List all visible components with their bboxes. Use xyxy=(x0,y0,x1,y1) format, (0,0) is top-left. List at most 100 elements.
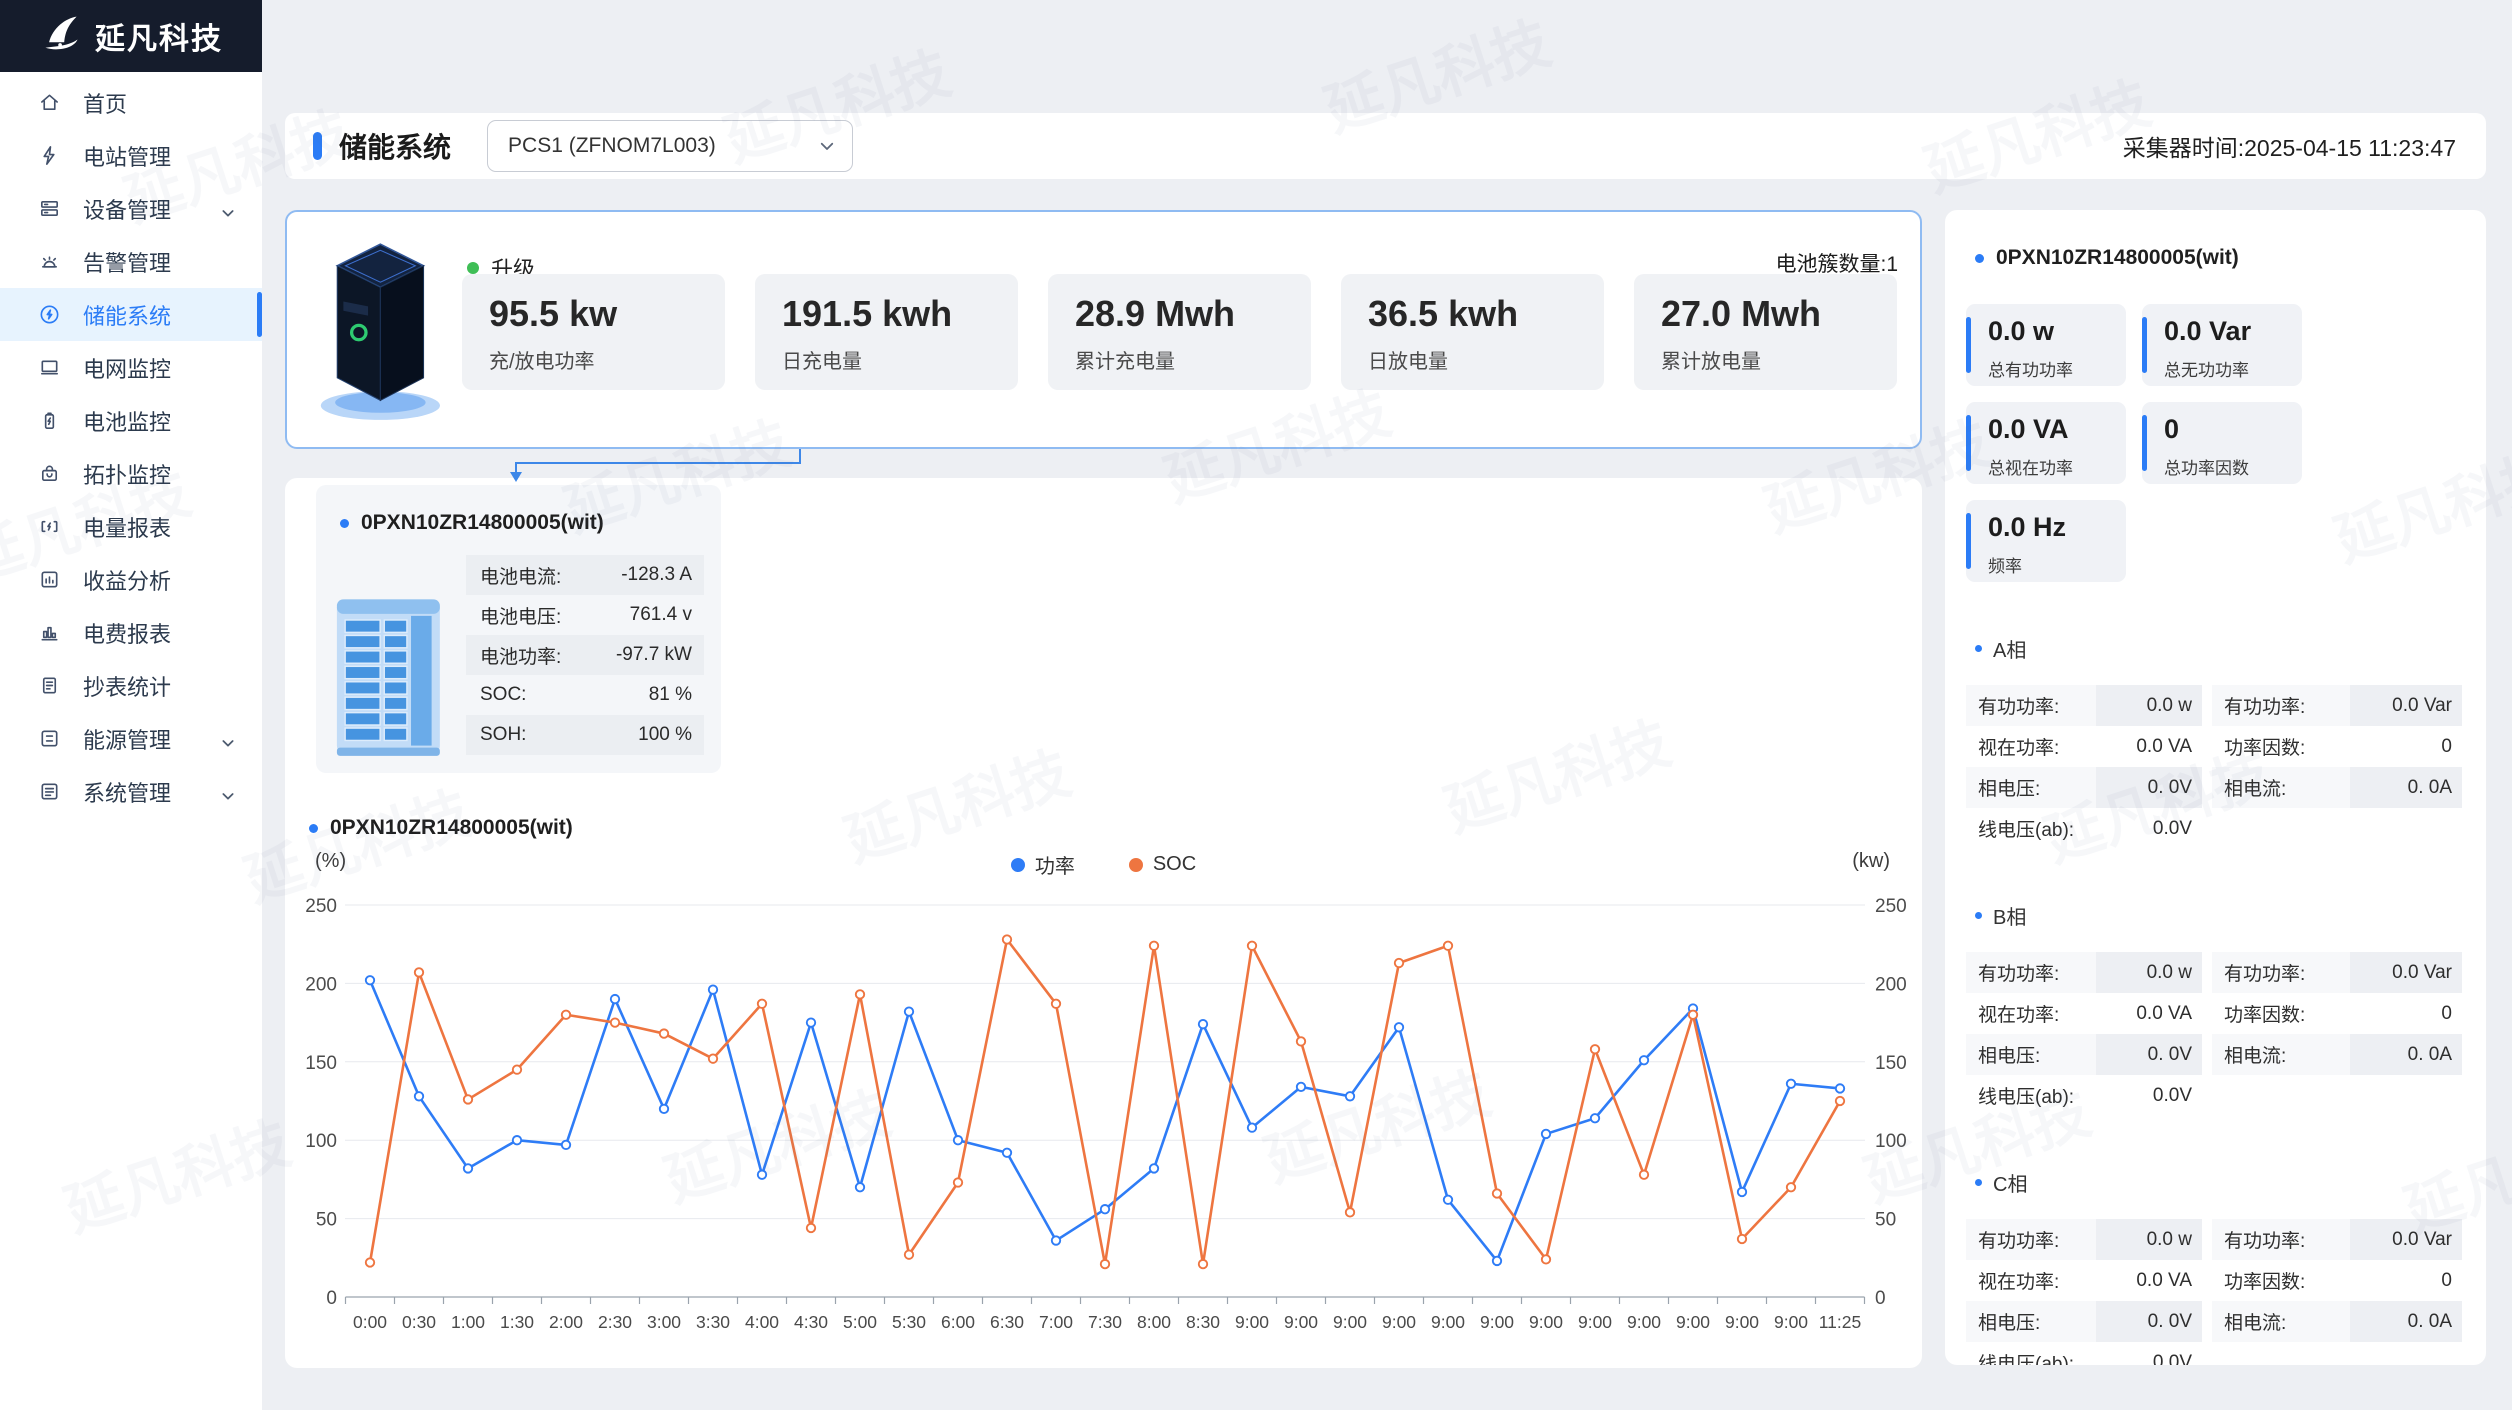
sidebar-item-7[interactable]: 拓扑监控 xyxy=(0,447,262,500)
phase-metric-value: 0.0V xyxy=(2096,1342,2202,1365)
stat-label: 日充电量 xyxy=(782,345,1018,374)
x-axis-label: 4:30 xyxy=(794,1312,828,1332)
sidebar-item-13[interactable]: 系统管理 xyxy=(0,765,262,818)
sidebar-item-0[interactable]: 首页 xyxy=(0,76,262,129)
sidebar-item-3[interactable]: 告警管理 xyxy=(0,235,262,288)
sidebar-item-label: 电站管理 xyxy=(83,140,171,172)
svg-text:50: 50 xyxy=(316,1210,337,1231)
x-axis-label: 0:00 xyxy=(353,1312,387,1332)
pcs-selector-value: PCS1 (ZFNOM7L003) xyxy=(508,134,716,158)
sidebar-item-1[interactable]: 电站管理 xyxy=(0,129,262,182)
meter-label: 总有功功率 xyxy=(1988,356,2126,381)
battery-metric-row: SOC:81 % xyxy=(466,675,704,715)
stat-tile: 28.9 Mwh累计充电量 xyxy=(1048,274,1311,390)
sidebar-item-12[interactable]: 能源管理 xyxy=(0,712,262,765)
sidebar-item-label: 电网监控 xyxy=(83,352,171,384)
phase-row: 有功功率:0.0 Var xyxy=(2212,952,2462,993)
battery-cabinet-illustration xyxy=(312,238,457,428)
revenue-icon xyxy=(38,568,61,591)
svg-text:150: 150 xyxy=(305,1053,337,1074)
sidebar-item-5[interactable]: 电网监控 xyxy=(0,341,262,394)
phase-metric-value: 0. 0A xyxy=(2350,1034,2463,1075)
legend-item-功率[interactable]: 功率 xyxy=(1011,850,1075,879)
battery-cluster-card: 0PXN10ZR14800005(wit) xyxy=(316,485,721,773)
svg-text:0: 0 xyxy=(326,1288,337,1309)
stat-tile: 27.0 Mwh累计放电量 xyxy=(1634,274,1897,390)
phase-metric-value: 0.0 VA xyxy=(2096,726,2202,767)
legend-dot xyxy=(1011,858,1025,872)
phase-row: 相电流:0. 0A xyxy=(2212,1034,2462,1075)
meter-label: 总无功功率 xyxy=(2164,356,2302,381)
sidebar-item-10[interactable]: 电费报表 xyxy=(0,606,262,659)
sidebar-item-label: 拓扑监控 xyxy=(83,458,171,490)
phase-metric-label: 功率因数: xyxy=(2212,726,2350,767)
metric-label: SOH: xyxy=(480,724,526,746)
phase-table: 有功功率:0.0 Var功率因数:0相电流:0. 0A xyxy=(2212,685,2462,849)
sidebar-item-label: 电量报表 xyxy=(83,511,171,543)
svg-text:50: 50 xyxy=(1875,1210,1896,1231)
metric-value: 100 % xyxy=(638,724,692,746)
bullet-icon xyxy=(1975,1179,1982,1186)
battery-metric-row: SOH: 100 % xyxy=(466,715,704,755)
sidebar-item-label: 抄表统计 xyxy=(83,670,171,702)
x-axis-label: 2:00 xyxy=(549,1312,583,1332)
phase-section-B相: B相有功功率:0.0 w视在功率:0.0 VA相电压:0. 0V线电压(ab):… xyxy=(1966,901,2468,1116)
sidebar-item-8[interactable]: 电量报表 xyxy=(0,500,262,553)
energy-report-icon xyxy=(38,515,61,538)
phase-metric-label: 视在功率: xyxy=(1966,993,2096,1034)
x-axis-label: 1:00 xyxy=(451,1312,485,1332)
phase-metric-label: 视在功率: xyxy=(1966,1260,2096,1301)
phase-row: 视在功率:0.0 VA xyxy=(1966,993,2202,1034)
phase-metric-label: 有功功率: xyxy=(2212,685,2350,726)
meter-tile: 0.0 VA总视在功率 xyxy=(1966,402,2126,484)
phase-row: 有功功率:0.0 w xyxy=(1966,952,2202,993)
meter-label: 频率 xyxy=(1988,552,2126,577)
phase-metric-value: 0.0 w xyxy=(2096,1219,2202,1260)
chart-axis-units: (%) 功率SOC (kw) xyxy=(285,850,1922,880)
sidebar-item-4[interactable]: 储能系统 xyxy=(0,288,262,341)
legend-label: SOC xyxy=(1153,853,1196,876)
metric-label: SOC: xyxy=(480,684,526,706)
phase-row: 视在功率:0.0 VA xyxy=(1966,1260,2202,1301)
battery-monitor-icon xyxy=(38,409,61,432)
phase-row: 功率因数:0 xyxy=(2212,726,2462,767)
sidebar-item-9[interactable]: 收益分析 xyxy=(0,553,262,606)
chart-title: 0PXN10ZR14800005(wit) xyxy=(330,816,573,840)
phase-metric-value: 0 xyxy=(2350,993,2463,1034)
meter-tile: 0.0 Var总无功功率 xyxy=(2142,304,2302,386)
phase-metric-label: 相电压: xyxy=(1966,767,2096,808)
page-title: 储能系统 xyxy=(339,126,451,166)
meter-tile: 0总功率因数 xyxy=(2142,402,2302,484)
legend-item-SOC[interactable]: SOC xyxy=(1129,850,1196,879)
home-icon xyxy=(38,91,61,114)
legend-label: 功率 xyxy=(1035,850,1075,879)
stat-value: 36.5 kwh xyxy=(1368,293,1604,335)
sidebar-item-6[interactable]: 电池监控 xyxy=(0,394,262,447)
sidebar-item-11[interactable]: 抄表统计 xyxy=(0,659,262,712)
chevron-down-icon xyxy=(220,731,236,747)
bullet-icon xyxy=(1975,254,1984,263)
battery-cluster-title: 0PXN10ZR14800005(wit) xyxy=(361,511,604,535)
x-axis-label: 8:30 xyxy=(1186,1312,1220,1332)
svg-text:200: 200 xyxy=(305,974,337,995)
right-axis-unit: (kw) xyxy=(1852,850,1890,873)
phase-metric-label: 功率因数: xyxy=(2212,993,2350,1034)
phase-metric-value: 0.0 Var xyxy=(2350,685,2463,726)
battery-rack-illustration xyxy=(330,585,455,765)
series-line-SOC xyxy=(370,939,1840,1264)
stat-tile: 191.5 kwh日充电量 xyxy=(755,274,1018,390)
pcs-selector[interactable]: PCS1 (ZFNOM7L003) xyxy=(487,120,853,172)
sidebar-item-2[interactable]: 设备管理 xyxy=(0,182,262,235)
x-axis-label: 11:25 xyxy=(1819,1312,1862,1332)
meter-value: 0.0 Hz xyxy=(1988,512,2126,543)
phase-row: 视在功率:0.0 VA xyxy=(1966,726,2202,767)
phase-metric-value: 0. 0V xyxy=(2096,767,2202,808)
cluster-connector-line xyxy=(500,447,820,487)
battery-metrics-table: 电池电流:-128.3 A电池电压:761.4 v电池功率:-97.7 kWSO… xyxy=(466,555,704,755)
x-axis-label: 4:00 xyxy=(745,1312,779,1332)
phase-table: 有功功率:0.0 w视在功率:0.0 VA相电压:0. 0V线电压(ab):0.… xyxy=(1966,1219,2202,1365)
phase-section-A相: A相有功功率:0.0 w视在功率:0.0 VA相电压:0. 0V线电压(ab):… xyxy=(1966,634,2468,849)
phase-row: 线电压(ab):0.0V xyxy=(1966,1342,2202,1365)
sidebar-item-label: 收益分析 xyxy=(83,564,171,596)
x-axis-label: 9:00 xyxy=(1676,1312,1710,1332)
